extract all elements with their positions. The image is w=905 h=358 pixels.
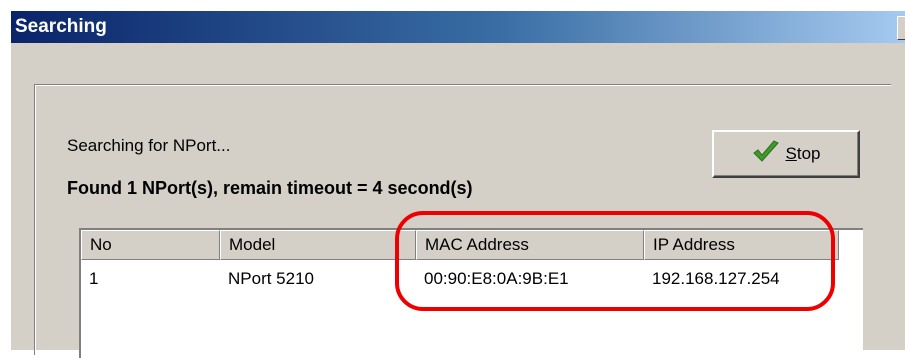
- window-title: Searching: [15, 16, 107, 37]
- title-bar[interactable]: Searching: [11, 11, 905, 43]
- device-list[interactable]: No Model MAC Address IP Address 1 NPort …: [79, 228, 863, 358]
- stop-button-label: Stop: [785, 144, 821, 163]
- cell-ip-address: 192.168.127.254: [652, 269, 780, 288]
- column-header-model[interactable]: Model: [220, 230, 416, 260]
- list-header: No Model MAC Address IP Address: [81, 230, 863, 260]
- column-header-no[interactable]: No: [81, 230, 220, 260]
- cell-no: 1: [89, 269, 99, 288]
- column-header-mac-address[interactable]: MAC Address: [416, 230, 644, 260]
- found-count-text: Found 1 NPort(s), remain timeout = 4 sec…: [67, 178, 473, 198]
- cell-mac-address: 00:90:E8:0A:9B:E1: [424, 269, 569, 288]
- cell-model: NPort 5210: [228, 269, 314, 288]
- column-header-ip-address[interactable]: IP Address: [644, 230, 839, 260]
- table-row[interactable]: 1 NPort 5210 00:90:E8:0A:9B:E1 192.168.1…: [81, 264, 839, 294]
- checkmark-icon: [752, 139, 780, 169]
- stop-button[interactable]: Stop: [712, 130, 860, 178]
- title-bar-button[interactable]: [897, 16, 905, 40]
- searching-status-text: Searching for NPort...: [67, 136, 231, 155]
